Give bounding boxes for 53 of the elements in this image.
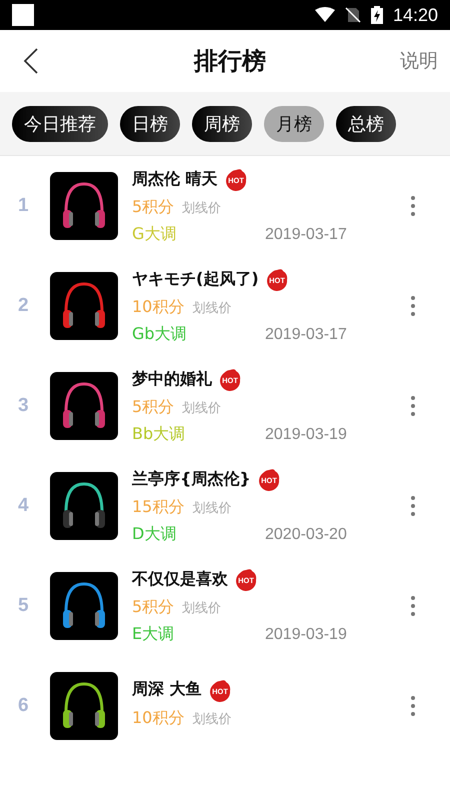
list-price: 划线价 [192, 300, 232, 317]
clock: 14:20 [392, 4, 438, 26]
points-price: 10积分 [132, 708, 184, 728]
tab[interactable]: 月榜 [264, 106, 324, 142]
tab[interactable]: 今日推荐 [12, 106, 108, 142]
wifi-icon [314, 7, 335, 23]
more-icon[interactable] [410, 395, 416, 417]
list-price: 划线价 [182, 200, 222, 217]
date: 2019-03-19 [265, 426, 347, 444]
more-icon[interactable] [410, 295, 416, 317]
song-title: 周杰伦 晴天 [132, 168, 218, 190]
back-icon[interactable] [22, 47, 40, 75]
page-title: 排行榜 [194, 46, 266, 77]
tab[interactable]: 总榜 [336, 106, 396, 142]
music-key: D大调 [132, 524, 265, 545]
music-key: Gb大调 [132, 324, 265, 345]
no-sim-icon [344, 7, 361, 23]
battery-icon [370, 6, 383, 24]
song-title: 兰亭序{周杰伦} [132, 468, 251, 490]
points-price: 5积分 [132, 597, 174, 618]
date: 2019-03-17 [265, 226, 347, 244]
points-price: 5积分 [132, 197, 174, 218]
music-key: E大调 [132, 624, 265, 645]
song-title: 周深 大鱼 [132, 679, 202, 700]
date: 2020-03-20 [265, 526, 347, 544]
more-icon[interactable] [410, 595, 416, 617]
more-icon[interactable] [410, 695, 416, 717]
date: 2019-03-17 [265, 326, 347, 344]
date: 2019-03-19 [265, 626, 347, 644]
tab[interactable]: 周榜 [192, 106, 252, 142]
points-price: 15积分 [132, 497, 184, 518]
help-link[interactable]: 说明 [400, 48, 438, 74]
list-price: 划线价 [192, 710, 232, 728]
more-icon[interactable] [410, 495, 416, 517]
music-key: Bb大调 [132, 424, 265, 445]
rank-number: 2 [18, 295, 30, 317]
points-price: 5积分 [132, 397, 174, 418]
notification-icon [12, 4, 34, 26]
more-icon[interactable] [410, 195, 416, 217]
song-title: ヤキモチ(起风了) [132, 268, 259, 290]
rank-number: 6 [18, 695, 30, 717]
rank-number: 5 [18, 595, 30, 617]
rank-number: 1 [18, 195, 30, 217]
tab[interactable]: 日榜 [120, 106, 180, 142]
song-title: 不仅仅是喜欢 [132, 568, 228, 590]
list-price: 划线价 [182, 400, 222, 417]
rank-number: 3 [18, 395, 30, 417]
music-key: G大调 [132, 224, 265, 245]
rank-number: 4 [18, 495, 30, 517]
list-price: 划线价 [182, 600, 222, 617]
list-price: 划线价 [192, 500, 232, 517]
song-title: 梦中的婚礼 [132, 368, 212, 390]
points-price: 10积分 [132, 297, 184, 318]
